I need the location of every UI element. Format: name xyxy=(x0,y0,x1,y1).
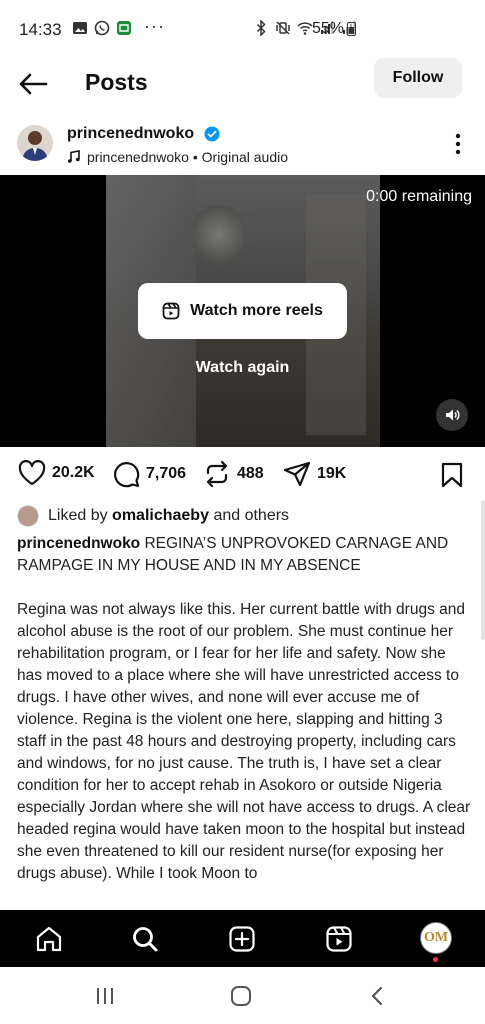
nav-create[interactable] xyxy=(227,924,257,954)
original-audio-link[interactable]: princenednwoko • Original audio xyxy=(67,149,288,165)
search-icon xyxy=(133,927,158,952)
caption-username[interactable]: princenednwoko xyxy=(17,535,140,552)
author-username[interactable]: princenednwoko xyxy=(67,125,194,143)
repost-icon xyxy=(206,460,228,488)
repost-button[interactable]: 488 xyxy=(203,460,264,488)
audio-text: princenednwoko • Original audio xyxy=(87,149,289,165)
recent-apps-icon[interactable] xyxy=(93,985,117,1007)
status-notification-icons xyxy=(72,20,132,36)
app-header: Posts Follow xyxy=(0,56,485,112)
bottom-navigation: OM xyxy=(0,910,485,967)
gallery-icon xyxy=(73,22,87,34)
back-arrow-icon[interactable] xyxy=(18,72,48,96)
bluetooth-icon xyxy=(256,20,266,36)
send-icon xyxy=(283,461,311,487)
whatsapp-icon xyxy=(94,20,110,36)
reels-icon xyxy=(162,302,180,320)
heart-icon xyxy=(18,460,46,486)
notification-dot xyxy=(433,957,438,962)
follow-button[interactable]: Follow xyxy=(374,58,462,98)
repost-count: 488 xyxy=(237,465,264,482)
like-button[interactable]: 20.2K xyxy=(18,460,95,486)
post-caption: princenednwoko REGINA’S UNPROVOKED CARNA… xyxy=(17,533,472,885)
nav-home[interactable] xyxy=(34,924,64,954)
liked-by-row[interactable]: Liked by omalichaeby and others xyxy=(17,505,289,527)
like-count: 20.2K xyxy=(52,464,95,481)
share-count: 19K xyxy=(317,465,347,482)
watch-more-label: Watch more reels xyxy=(190,302,323,319)
post-actions-bar: 20.2K 7,706 488 19K xyxy=(0,456,485,496)
watch-again-button[interactable]: Watch again xyxy=(180,359,305,377)
wifi-icon xyxy=(297,22,313,35)
reels-icon xyxy=(326,926,352,952)
create-icon xyxy=(229,926,255,952)
liker-avatar xyxy=(17,505,39,527)
liker-username: omalichaeby xyxy=(112,507,209,524)
comment-button[interactable]: 7,706 xyxy=(112,460,186,488)
page-title: Posts xyxy=(85,69,148,95)
app-icon xyxy=(117,21,131,35)
music-note-icon xyxy=(68,150,80,163)
share-button[interactable]: 19K xyxy=(283,460,346,488)
nav-profile-avatar[interactable]: OM xyxy=(420,922,452,954)
person-icon xyxy=(22,131,48,161)
status-overflow: ··· xyxy=(144,16,165,36)
comment-count: 7,706 xyxy=(146,465,187,482)
mute-vibrate-icon xyxy=(276,21,290,35)
home-button-icon[interactable] xyxy=(229,985,253,1007)
video-chandelier-shape xyxy=(194,205,244,265)
comment-icon xyxy=(114,462,140,488)
caption-body: Regina was not always like this. Her cur… xyxy=(17,601,471,882)
battery-percent: 55% xyxy=(312,20,345,37)
liked-by-text: Liked by omalichaeby and others xyxy=(48,507,290,524)
battery-icon xyxy=(347,22,356,36)
nav-reels[interactable] xyxy=(324,924,354,954)
author-avatar[interactable] xyxy=(17,125,53,161)
home-icon xyxy=(36,926,62,952)
status-time: 14:33 xyxy=(19,20,62,39)
system-navigation-bar xyxy=(0,967,485,1024)
nav-search[interactable] xyxy=(130,924,160,954)
caption-headline: princenednwoko REGINA’S UNPROVOKED CARNA… xyxy=(17,535,449,574)
speaker-icon xyxy=(446,409,460,421)
watch-more-reels-button[interactable]: Watch more reels xyxy=(138,283,347,339)
more-options-icon[interactable] xyxy=(448,132,468,156)
reel-video-player[interactable]: 0:00 remaining Watch more reels Watch ag… xyxy=(0,175,485,447)
status-bar: 14:33 ··· 55% xyxy=(0,0,485,56)
verified-badge-icon xyxy=(204,126,220,142)
bookmark-icon[interactable] xyxy=(440,462,464,488)
post-author-row: princenednwoko princenednwoko • Original… xyxy=(0,118,485,174)
audio-toggle-button[interactable] xyxy=(436,399,468,431)
time-remaining: 0:00 remaining xyxy=(366,188,472,205)
scrollbar[interactable] xyxy=(481,500,485,640)
system-back-icon[interactable] xyxy=(366,985,390,1007)
